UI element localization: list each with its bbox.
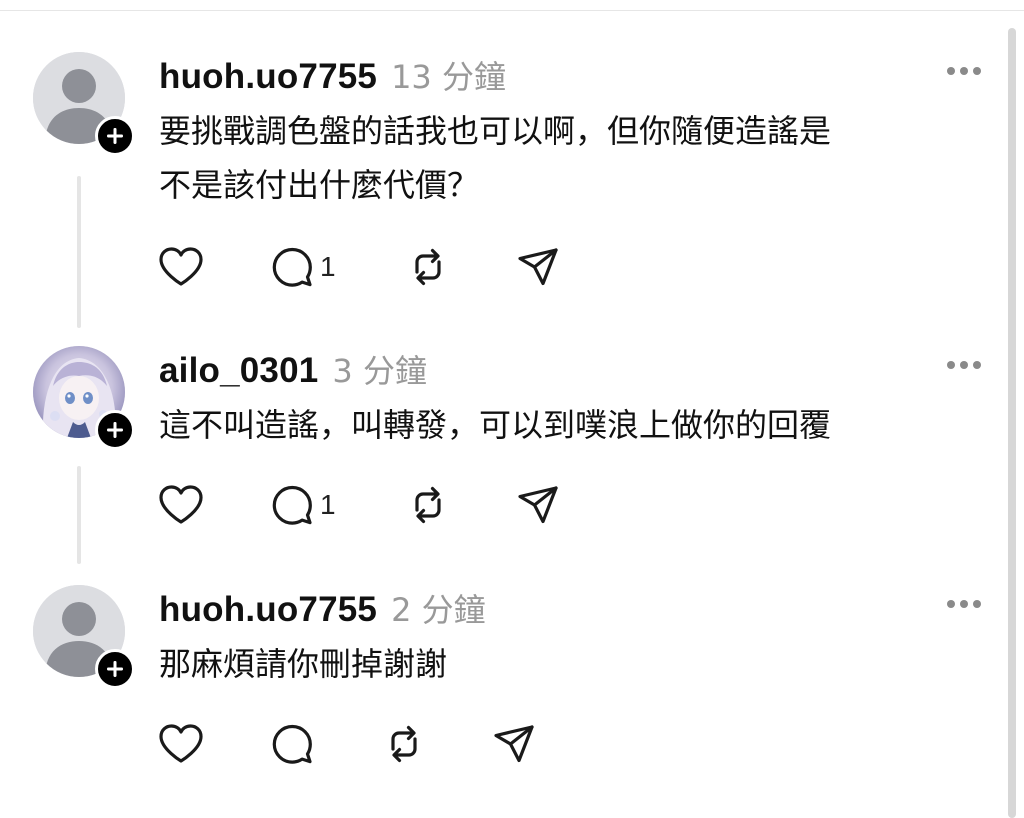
share-button[interactable] [516,244,560,290]
plus-icon [107,128,123,144]
reply-button[interactable]: 1 [270,244,336,290]
post-text-line: 這不叫造謠，叫轉發，可以到噗浪上做你的回覆 [159,406,832,444]
repost-button[interactable] [406,482,450,528]
thread-post: ailo_0301 3 分鐘 這不叫造謠，叫轉發，可以到噗浪上做你的回覆 1 [0,346,1000,566]
scrollbar[interactable] [1008,28,1016,818]
post-text-line: 那麻煩請你刪掉謝謝 [159,645,448,683]
thread-connector-line [77,466,81,564]
comment-icon [272,485,312,525]
post-text-line: 要挑戰調色盤的話我也可以啊，但你隨便造謠是 [159,112,832,150]
send-icon [494,725,534,763]
repost-icon [415,248,441,286]
like-button[interactable] [158,482,204,528]
repost-icon [415,486,441,524]
username[interactable]: ailo_0301 [159,351,318,391]
username[interactable]: huoh.uo7755 [159,57,377,97]
post-header: ailo_0301 3 分鐘 [159,346,427,390]
reply-count: 1 [320,251,336,282]
follow-button[interactable] [95,410,135,450]
heart-icon [159,247,203,286]
heart-icon [159,724,203,763]
heart-icon [159,485,203,524]
like-button[interactable] [158,721,204,767]
more-icon[interactable] [946,360,982,370]
more-icon[interactable] [946,599,982,609]
post-text-line: 不是該付出什麼代價？ [159,166,480,204]
repost-icon [391,725,417,763]
post-text: 那麻煩請你刪掉謝謝 [159,637,989,691]
plus-icon [107,422,123,438]
post-text: 要挑戰調色盤的話我也可以啊，但你隨便造謠是 不是該付出什麼代價？ [159,104,989,212]
share-button[interactable] [516,482,560,528]
timestamp: 3 分鐘 [332,352,427,390]
comment-icon [272,247,312,287]
post-header: huoh.uo7755 13 分鐘 [159,52,506,96]
thread-post: huoh.uo7755 13 分鐘 要挑戰調色盤的話我也可以啊，但你隨便造謠是 … [0,52,1000,332]
top-divider [0,10,1024,11]
follow-button[interactable] [95,116,135,156]
send-icon [518,248,558,286]
comment-icon [272,724,312,764]
share-button[interactable] [492,721,536,767]
like-button[interactable] [158,244,204,290]
repost-button[interactable] [406,244,450,290]
plus-icon [107,661,123,677]
reply-button[interactable] [270,721,320,767]
follow-button[interactable] [95,649,135,689]
send-icon [518,486,558,524]
repost-button[interactable] [382,721,426,767]
post-header: huoh.uo7755 2 分鐘 [159,585,486,629]
post-text: 這不叫造謠，叫轉發，可以到噗浪上做你的回覆 [159,398,989,452]
reply-count: 1 [320,489,336,520]
reply-button[interactable]: 1 [270,482,336,528]
thread-connector-line [77,176,81,328]
timestamp: 2 分鐘 [391,591,486,629]
thread-post: huoh.uo7755 2 分鐘 那麻煩請你刪掉謝謝 [0,585,1000,805]
timestamp: 13 分鐘 [391,58,506,96]
more-icon[interactable] [946,66,982,76]
username[interactable]: huoh.uo7755 [159,590,377,630]
